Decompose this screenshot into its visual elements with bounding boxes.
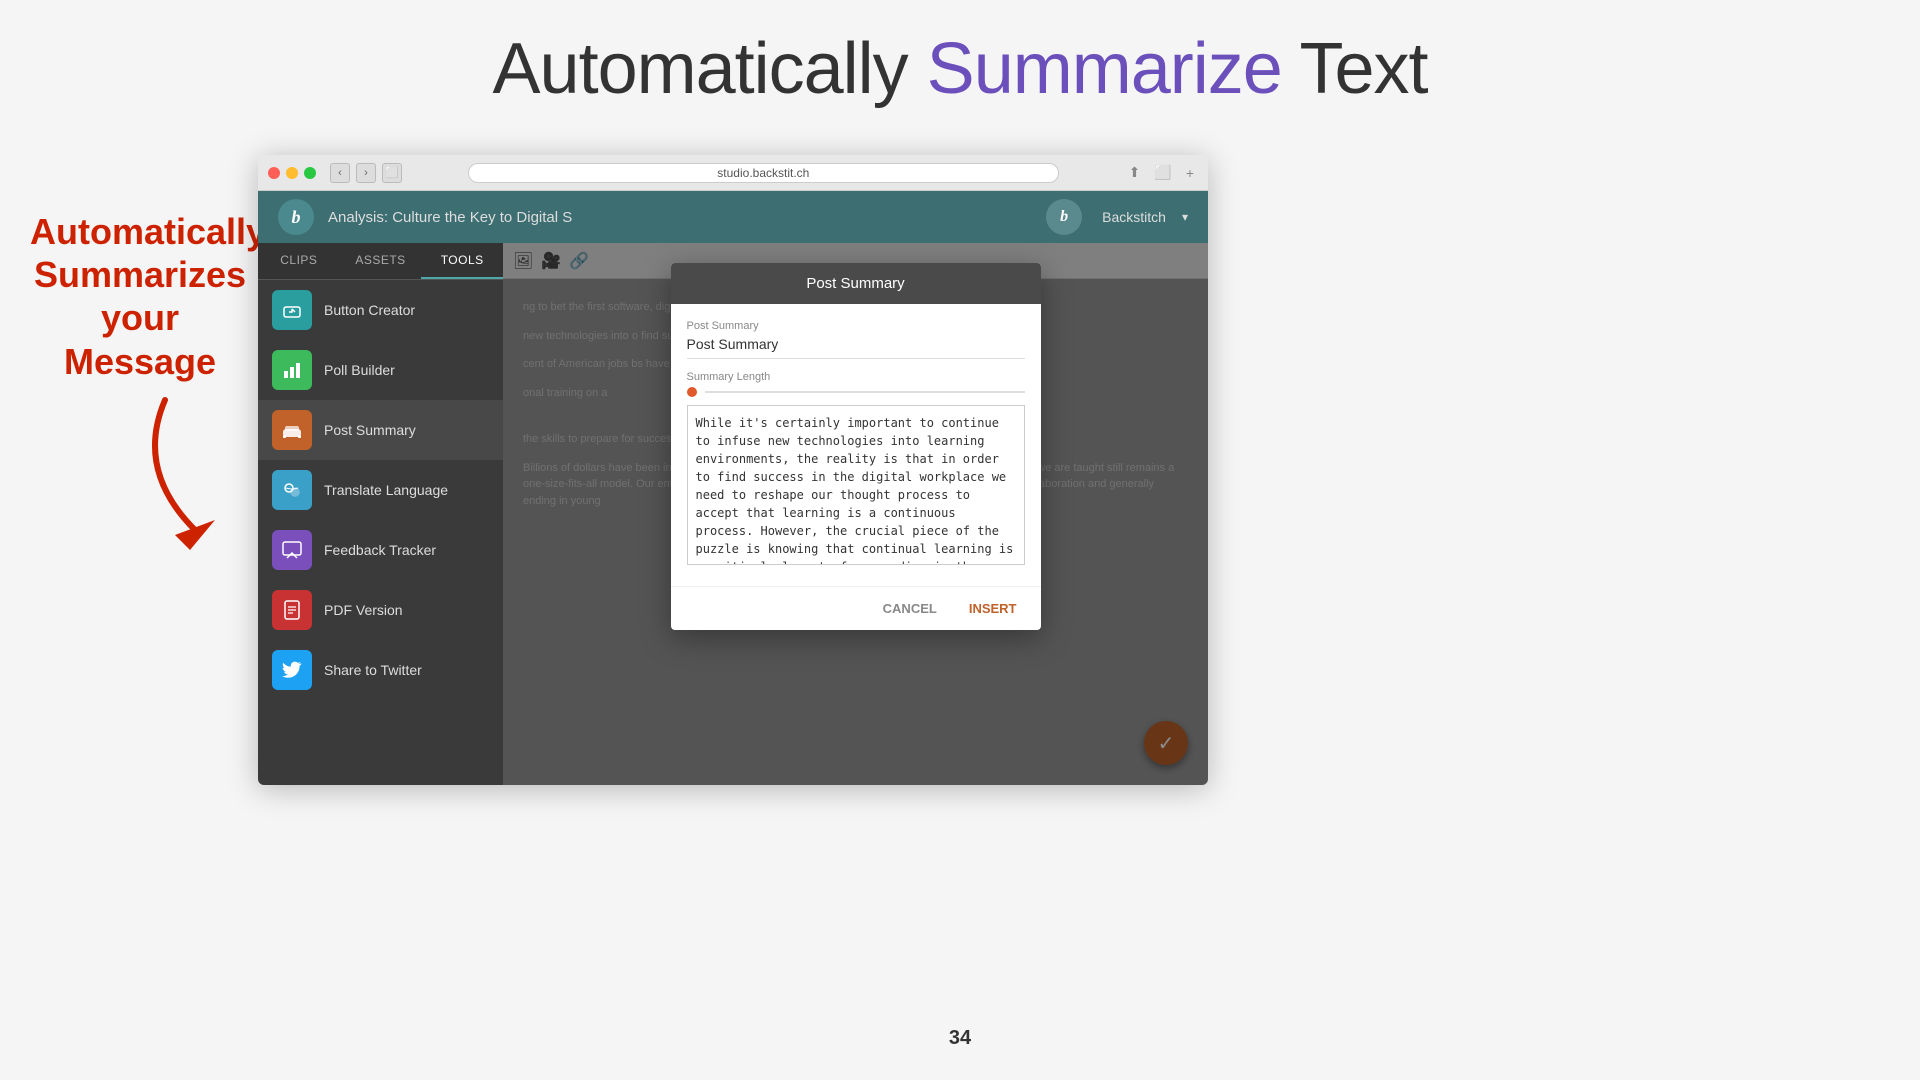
slider-track[interactable] <box>705 391 1025 393</box>
nav-forward-button[interactable]: › <box>356 163 376 183</box>
cancel-button[interactable]: CANCEL <box>875 597 945 620</box>
browser-btn-close[interactable] <box>268 167 280 179</box>
sidebar-item-feedback-tracker[interactable]: Feedback Tracker <box>258 520 503 580</box>
sidebar-item-share-twitter[interactable]: Share to Twitter <box>258 640 503 700</box>
sidebar-item-poll-builder[interactable]: Poll Builder <box>258 340 503 400</box>
poll-builder-icon <box>272 350 312 390</box>
user-avatar: b <box>1046 199 1082 235</box>
feedback-tracker-icon <box>272 530 312 570</box>
post-summary-modal: Post Summary Post Summary Post Summary S… <box>671 263 1041 630</box>
user-chevron-icon: ▾ <box>1182 210 1188 224</box>
sidebar-tabs: CLIPS ASSETS TOOLS <box>258 243 503 280</box>
slide-title: Automatically Summarize Text <box>0 0 1920 110</box>
user-name: Backstitch <box>1102 209 1166 225</box>
browser-btn-max[interactable] <box>304 167 316 179</box>
left-annotation: Automatically Summarizes your Message <box>30 210 250 383</box>
sidebar-item-post-summary[interactable]: Post Summary <box>258 400 503 460</box>
post-summary-icon <box>272 410 312 450</box>
nav-back-button[interactable]: ‹ <box>330 163 350 183</box>
sidebar-item-translate[interactable]: Translate Language <box>258 460 503 520</box>
sidebar: CLIPS ASSETS TOOLS Butt <box>258 243 503 785</box>
field-label: Post Summary <box>687 320 1025 332</box>
modal-footer: CANCEL INSERT <box>671 586 1041 630</box>
summary-textarea[interactable] <box>687 405 1025 565</box>
app-body: CLIPS ASSETS TOOLS Butt <box>258 243 1208 785</box>
nav-tab-button[interactable]: ⬜ <box>382 163 402 183</box>
translate-icon <box>272 470 312 510</box>
app-title: Analysis: Culture the Key to Digital S <box>328 209 1032 226</box>
button-creator-icon <box>272 290 312 330</box>
app-header: b Analysis: Culture the Key to Digital S… <box>258 191 1208 243</box>
pdf-version-icon <box>272 590 312 630</box>
browser-new-tab-icon[interactable]: ⬜ <box>1150 164 1175 181</box>
modal-header: Post Summary <box>671 263 1041 304</box>
page-number: 34 <box>949 1027 971 1050</box>
sidebar-item-pdf-version[interactable]: PDF Version <box>258 580 503 640</box>
browser-chrome: ‹ › ⬜ studio.backstit.ch ⬆ ⬜ + <box>258 155 1208 191</box>
insert-button[interactable]: INSERT <box>961 597 1025 620</box>
browser-btn-min[interactable] <box>286 167 298 179</box>
main-content: 🖼 🎥 🔗 ng to bet the first software, digi… <box>503 243 1208 785</box>
browser-url-bar[interactable]: studio.backstit.ch <box>468 163 1059 183</box>
browser-share-icon[interactable]: ⬆ <box>1125 164 1145 181</box>
app-logo: b <box>278 199 314 235</box>
summary-length-label: Summary Length <box>687 371 1025 383</box>
sidebar-item-button-creator[interactable]: Button Creator <box>258 280 503 340</box>
browser-window: ‹ › ⬜ studio.backstit.ch ⬆ ⬜ + b Analysi… <box>258 155 1208 785</box>
tab-assets[interactable]: ASSETS <box>340 243 422 279</box>
slider-row <box>687 387 1025 397</box>
modal-body: Post Summary Post Summary Summary Length <box>671 304 1041 586</box>
sidebar-items: Button Creator Poll Builder <box>258 280 503 785</box>
tab-tools[interactable]: TOOLS <box>421 243 503 279</box>
field-value: Post Summary <box>687 336 1025 359</box>
modal-overlay: Post Summary Post Summary Post Summary S… <box>503 243 1208 785</box>
tab-clips[interactable]: CLIPS <box>258 243 340 279</box>
browser-newtab-plus[interactable]: + <box>1182 165 1198 181</box>
twitter-icon <box>272 650 312 690</box>
slider-dot <box>687 387 697 397</box>
